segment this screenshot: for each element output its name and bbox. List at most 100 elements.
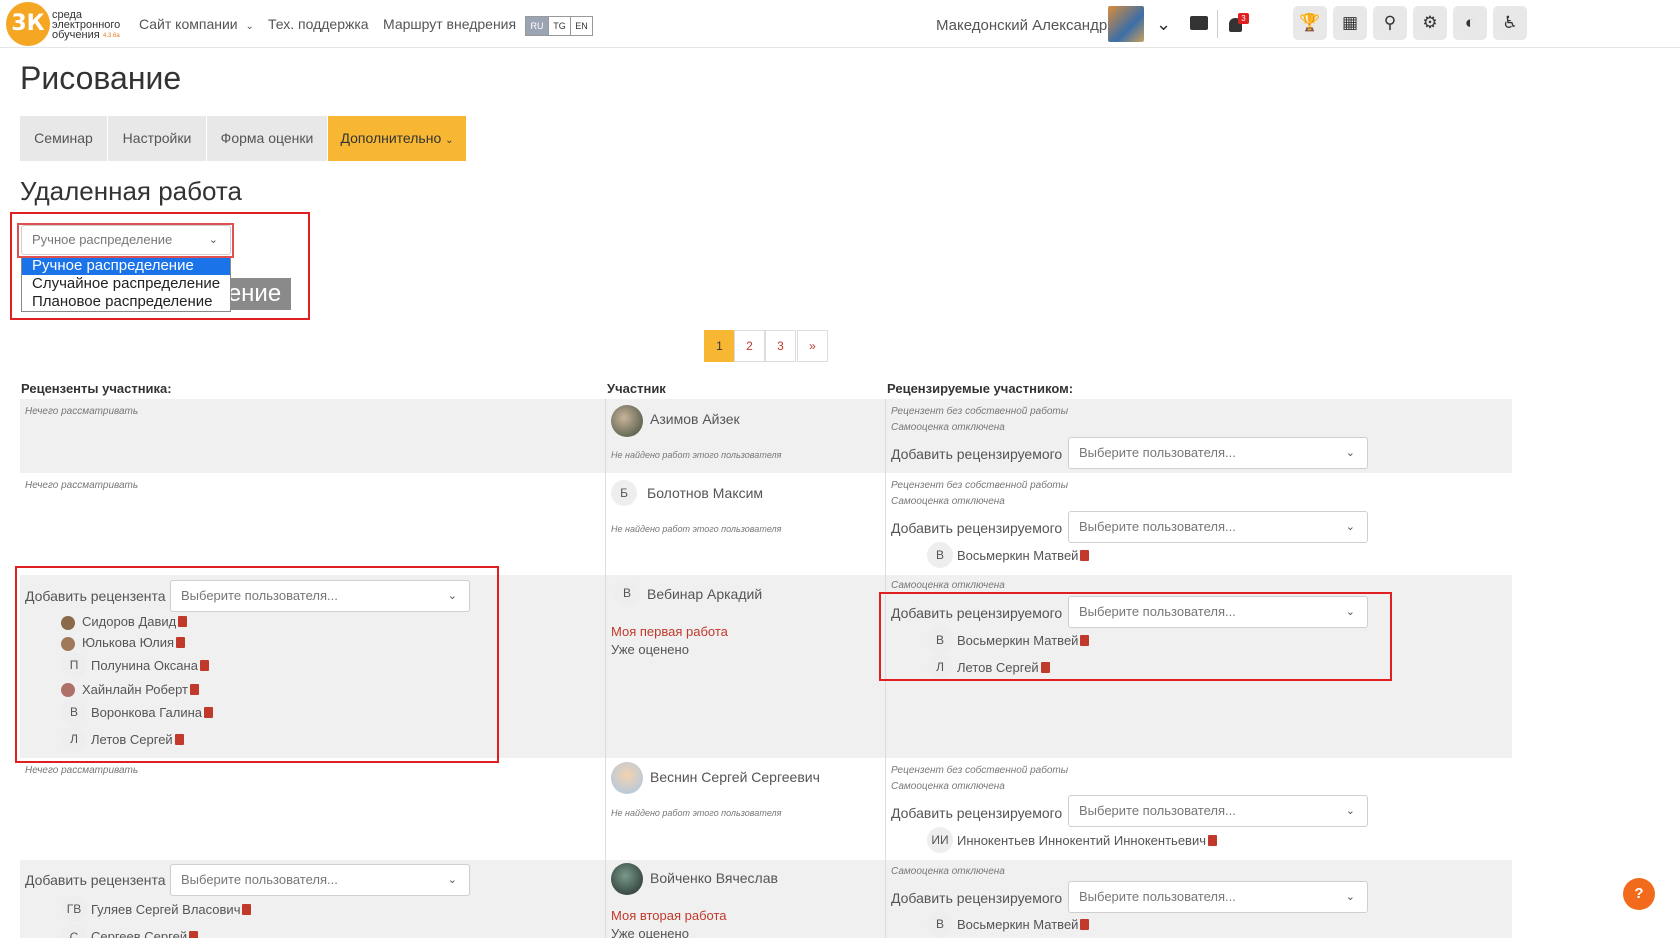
reviewer-initial: ГВ — [61, 896, 87, 922]
graded-status: Уже оценено — [611, 642, 689, 657]
reviewee-item: Иннокентьев Иннокентий Иннокентьевич — [957, 833, 1217, 848]
participant-initial: Б — [611, 480, 637, 506]
reviewee-initial: ИИ — [927, 827, 953, 853]
tab-seminar[interactable]: Семинар — [20, 116, 107, 161]
nav-company-site[interactable]: Сайт компании ⌄ — [139, 16, 254, 32]
user-avatar[interactable] — [1108, 6, 1144, 42]
tab-more[interactable]: Дополнительно ⌄ — [328, 116, 466, 161]
col-header-participant: Участник — [607, 381, 666, 396]
col-divider — [605, 399, 606, 938]
self-assessment-off: Самооценка отключена — [891, 422, 1005, 433]
lang-tg[interactable]: TG — [548, 17, 570, 35]
chevron-down-icon: ⌄ — [1345, 805, 1355, 817]
trash-icon[interactable] — [1208, 835, 1217, 846]
highlight-box-inner — [17, 223, 234, 258]
logo[interactable]: 3К среда электронного обучения 4.3.6a — [6, 2, 126, 46]
reviewee-initial: В — [927, 911, 953, 937]
own-work-missing: Рецензент без собственной работы — [891, 480, 1069, 491]
help-button[interactable]: ? — [1623, 878, 1655, 910]
reviewer-item: Сергеев Сергей — [91, 929, 199, 938]
submission-link[interactable]: Моя вторая работа — [611, 908, 727, 923]
participant-name[interactable]: Войченко Вячеслав — [650, 870, 778, 886]
no-work-note: Не найдено работ этого пользователя — [611, 450, 782, 460]
reviewer-name: Сергеев Сергей — [91, 929, 188, 938]
self-assessment-off: Самооценка отключена — [891, 496, 1005, 507]
participant-avatar — [611, 762, 643, 794]
nothing-to-review: Нечего рассматривать — [25, 765, 139, 776]
logo-mark: 3К — [6, 2, 50, 46]
search-icon[interactable]: ⚲ — [1373, 6, 1407, 40]
section-title: Удаленная работа — [20, 176, 243, 206]
gear-icon[interactable]: ⚙ — [1413, 6, 1447, 40]
reviewee-name: Восьмеркин Матвей — [957, 548, 1079, 563]
participant-name[interactable]: Веснин Сергей Сергеевич — [650, 769, 820, 785]
logo-version: 4.3.6a — [103, 33, 120, 39]
trash-icon[interactable] — [189, 931, 199, 938]
reviewee-select-placeholder: Выберите пользователя... — [1079, 889, 1236, 904]
trash-icon[interactable] — [1080, 919, 1090, 930]
page-3[interactable]: 3 — [765, 330, 796, 362]
nav-company-label: Сайт компании — [139, 16, 238, 32]
chevron-down-icon: ⌄ — [1345, 447, 1355, 459]
highlight-box — [15, 566, 499, 763]
participant-avatar — [611, 405, 643, 437]
lang-ru[interactable]: RU — [526, 17, 548, 35]
reviewee-select[interactable]: Выберите пользователя... ⌄ — [1068, 437, 1368, 469]
page-1[interactable]: 1 — [704, 330, 735, 362]
col-header-reviewers: Рецензенты участника: — [21, 381, 172, 396]
reviewee-select[interactable]: Выберите пользователя... ⌄ — [1068, 511, 1368, 543]
trash-icon[interactable] — [1080, 550, 1090, 561]
page-title: Рисование — [20, 60, 182, 96]
reviewee-select-placeholder: Выберите пользователя... — [1079, 519, 1236, 534]
toggle-icon[interactable]: ◐ — [1453, 6, 1487, 40]
highlight-box — [879, 592, 1392, 681]
participant-name[interactable]: Болотнов Максим — [647, 485, 763, 501]
dashboard-icon[interactable]: ▦ — [1333, 6, 1367, 40]
no-work-note: Не найдено работ этого пользователя — [611, 524, 782, 534]
accessibility-icon[interactable]: ♿ — [1493, 6, 1527, 40]
messages-icon[interactable] — [1190, 16, 1208, 30]
reviewer-name: Гуляев Сергей Власович — [91, 902, 241, 917]
reviewee-select[interactable]: Выберите пользователя... ⌄ — [1068, 881, 1368, 913]
add-reviewee-label: Добавить рецензируемого — [891, 805, 1063, 821]
nothing-to-review: Нечего рассматривать — [25, 406, 139, 417]
no-work-note: Не найдено работ этого пользователя — [611, 808, 782, 818]
page-2[interactable]: 2 — [734, 330, 765, 362]
chevron-down-icon: ⌄ — [1345, 891, 1355, 903]
divider — [1217, 10, 1218, 38]
page-next[interactable]: » — [797, 330, 828, 362]
nav-roadmap[interactable]: Маршрут внедрения — [383, 16, 516, 32]
lang-en[interactable]: EN — [570, 17, 592, 35]
submission-link[interactable]: Моя первая работа — [611, 624, 728, 639]
reviewee-select[interactable]: Выберите пользователя... ⌄ — [1068, 795, 1368, 827]
tab-settings[interactable]: Настройки — [108, 116, 206, 161]
user-name[interactable]: Македонский Александр — [936, 17, 1107, 34]
add-reviewee-label: Добавить рецензируемого — [891, 446, 1063, 462]
logo-line-3: обучения — [52, 29, 100, 41]
notification-badge: 3 — [1238, 13, 1249, 24]
own-work-missing: Рецензент без собственной работы — [891, 406, 1069, 417]
reviewee-name: Восьмеркин Матвей — [957, 917, 1079, 932]
participant-initial: В — [614, 580, 640, 606]
participant-name[interactable]: Вебинар Аркадий — [647, 586, 762, 602]
tab-more-label: Дополнительно — [340, 130, 442, 146]
tab-grading-form[interactable]: Форма оценки — [207, 116, 327, 161]
reviewer-item: Гуляев Сергей Власович — [91, 902, 252, 917]
self-assessment-off: Самооценка отключена — [891, 580, 1005, 591]
self-assessment-off: Самооценка отключена — [891, 866, 1005, 877]
reviewer-select[interactable]: Выберите пользователя... ⌄ — [170, 864, 470, 896]
reviewee-initial: В — [927, 542, 953, 568]
bell-icon[interactable]: 3 — [1227, 13, 1249, 35]
own-work-missing: Рецензент без собственной работы — [891, 765, 1069, 776]
add-reviewer-label: Добавить рецензента — [25, 872, 166, 888]
lang-switcher: RU TG EN — [525, 16, 593, 36]
nothing-to-review: Нечего рассматривать — [25, 480, 139, 491]
chevron-down-icon[interactable]: ⌄ — [1156, 14, 1171, 35]
nav-support[interactable]: Тех. поддержка — [268, 16, 369, 32]
chevron-down-icon: ⌄ — [245, 21, 254, 32]
participant-name[interactable]: Азимов Айзек — [650, 411, 740, 427]
trophy-icon[interactable]: 🏆 — [1293, 6, 1327, 40]
reviewee-item: Восьмеркин Матвей — [957, 917, 1090, 932]
trash-icon[interactable] — [242, 904, 252, 915]
chevron-down-icon: ⌄ — [445, 135, 454, 146]
